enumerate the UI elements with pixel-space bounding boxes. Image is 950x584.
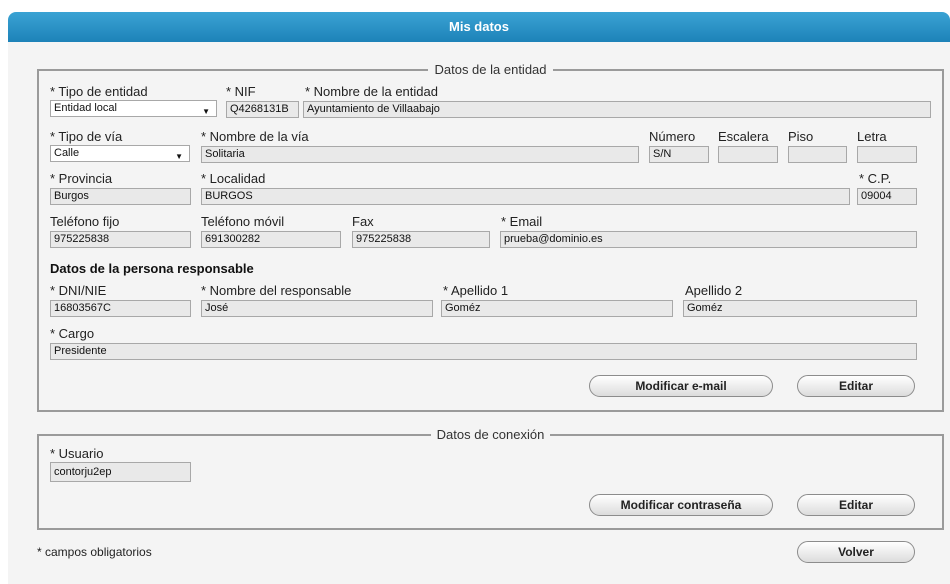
chevron-down-icon: ▼ bbox=[202, 107, 210, 116]
required-fields-note: * campos obligatorios bbox=[37, 545, 152, 559]
connection-legend: Datos de conexión bbox=[39, 427, 942, 442]
dni-field[interactable]: 16803567C bbox=[50, 300, 191, 317]
landline-label: Teléfono fijo bbox=[50, 214, 120, 229]
page-title-bar: Mis datos bbox=[8, 12, 950, 42]
street-name-label: * Nombre de la vía bbox=[201, 129, 309, 144]
floor-label: Piso bbox=[788, 129, 814, 144]
locality-field[interactable]: BURGOS bbox=[201, 188, 850, 205]
street-type-select[interactable]: Calle ▼ bbox=[50, 145, 190, 162]
fax-field[interactable]: 975225838 bbox=[352, 231, 490, 248]
number-field[interactable]: S/N bbox=[649, 146, 709, 163]
nif-label: * NIF bbox=[226, 84, 256, 99]
locality-label: * Localidad bbox=[201, 171, 266, 186]
postal-code-label: * C.P. bbox=[859, 171, 892, 186]
province-label: * Provincia bbox=[50, 171, 113, 186]
email-field[interactable]: prueba@dominio.es bbox=[500, 231, 917, 248]
responsible-name-label: * Nombre del responsable bbox=[201, 283, 352, 298]
responsible-name-field[interactable]: José bbox=[201, 300, 433, 317]
surname2-label: Apellido 2 bbox=[685, 283, 743, 298]
entity-type-select[interactable]: Entidad local ▼ bbox=[50, 100, 217, 117]
postal-code-field[interactable]: 09004 bbox=[857, 188, 917, 205]
landline-field[interactable]: 975225838 bbox=[50, 231, 191, 248]
edit-connection-button[interactable]: Editar bbox=[797, 494, 915, 516]
responsible-section-title: Datos de la persona responsable bbox=[50, 261, 254, 276]
staircase-field[interactable] bbox=[718, 146, 778, 163]
entity-fieldset: Datos de la entidad * Tipo de entidad En… bbox=[37, 62, 944, 412]
username-label: * Usuario bbox=[50, 446, 104, 461]
modify-email-button[interactable]: Modificar e-mail bbox=[589, 375, 773, 397]
entity-legend: Datos de la entidad bbox=[39, 62, 942, 77]
staircase-label: Escalera bbox=[718, 129, 769, 144]
floor-field[interactable] bbox=[788, 146, 847, 163]
position-field[interactable]: Presidente bbox=[50, 343, 917, 360]
connection-fieldset: Datos de conexión * Usuario contorju2ep … bbox=[37, 427, 944, 530]
back-button[interactable]: Volver bbox=[797, 541, 915, 563]
fax-label: Fax bbox=[352, 214, 374, 229]
chevron-down-icon: ▼ bbox=[175, 152, 183, 161]
edit-entity-button[interactable]: Editar bbox=[797, 375, 915, 397]
surname2-field[interactable]: Goméz bbox=[683, 300, 917, 317]
main-panel: Datos de la entidad * Tipo de entidad En… bbox=[8, 42, 950, 584]
dni-label: * DNI/NIE bbox=[50, 283, 107, 298]
province-field[interactable]: Burgos bbox=[50, 188, 191, 205]
number-label: Número bbox=[649, 129, 696, 144]
page-title: Mis datos bbox=[449, 19, 509, 34]
letter-field[interactable] bbox=[857, 146, 917, 163]
entity-name-field[interactable]: Ayuntamiento de Villaabajo bbox=[303, 101, 931, 118]
email-label: * Email bbox=[501, 214, 543, 229]
username-field[interactable]: contorju2ep bbox=[50, 462, 191, 482]
entity-type-value: Entidad local bbox=[54, 102, 117, 114]
entity-type-label: * Tipo de entidad bbox=[50, 84, 148, 99]
letter-label: Letra bbox=[857, 129, 887, 144]
entity-name-label: * Nombre de la entidad bbox=[305, 84, 438, 99]
mobile-label: Teléfono móvil bbox=[201, 214, 285, 229]
mobile-field[interactable]: 691300282 bbox=[201, 231, 341, 248]
nif-field[interactable]: Q4268131B bbox=[226, 101, 299, 118]
street-type-label: * Tipo de vía bbox=[50, 129, 123, 144]
modify-password-button[interactable]: Modificar contraseña bbox=[589, 494, 773, 516]
street-name-field[interactable]: Solitaria bbox=[201, 146, 639, 163]
surname1-label: * Apellido 1 bbox=[443, 283, 509, 298]
surname1-field[interactable]: Goméz bbox=[441, 300, 673, 317]
position-label: * Cargo bbox=[50, 326, 95, 341]
street-type-value: Calle bbox=[54, 147, 80, 159]
